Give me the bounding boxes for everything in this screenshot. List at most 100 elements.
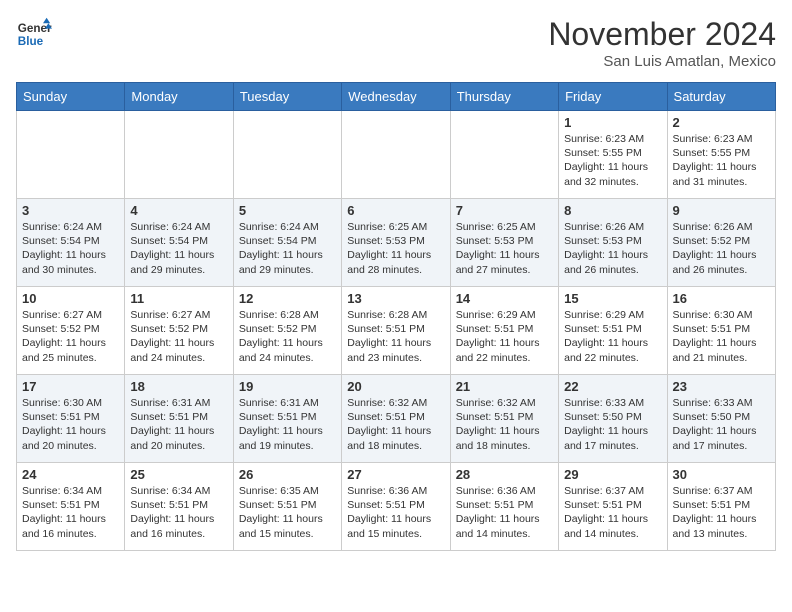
day-info: Sunrise: 6:25 AM Sunset: 5:53 PM Dayligh… (347, 220, 444, 277)
day-number: 24 (22, 467, 119, 482)
day-number: 5 (239, 203, 336, 218)
day-info: Sunrise: 6:31 AM Sunset: 5:51 PM Dayligh… (239, 396, 336, 453)
calendar-cell: 5 Sunrise: 6:24 AM Sunset: 5:54 PM Daylig… (233, 199, 341, 287)
day-number: 13 (347, 291, 444, 306)
week-row-3: 10 Sunrise: 6:27 AM Sunset: 5:52 PM Dayli… (17, 287, 776, 375)
day-info: Sunrise: 6:27 AM Sunset: 5:52 PM Dayligh… (130, 308, 227, 365)
day-number: 4 (130, 203, 227, 218)
weekday-header-thursday: Thursday (450, 83, 558, 111)
day-number: 19 (239, 379, 336, 394)
day-info: Sunrise: 6:36 AM Sunset: 5:51 PM Dayligh… (456, 484, 553, 541)
day-info: Sunrise: 6:32 AM Sunset: 5:51 PM Dayligh… (456, 396, 553, 453)
day-number: 3 (22, 203, 119, 218)
day-number: 12 (239, 291, 336, 306)
calendar-cell: 18 Sunrise: 6:31 AM Sunset: 5:51 PM Dayli… (125, 375, 233, 463)
logo-icon: General Blue (16, 16, 52, 52)
calendar-cell: 1Sunrise: 6:23 AM Sunset: 5:55 PM Daylig… (559, 111, 667, 199)
calendar-cell: 3 Sunrise: 6:24 AM Sunset: 5:54 PM Daylig… (17, 199, 125, 287)
weekday-header-row: SundayMondayTuesdayWednesdayThursdayFrid… (17, 83, 776, 111)
day-number: 7 (456, 203, 553, 218)
day-number: 8 (564, 203, 661, 218)
day-info: Sunrise: 6:27 AM Sunset: 5:52 PM Dayligh… (22, 308, 119, 365)
day-number: 11 (130, 291, 227, 306)
calendar-cell: 23Sunrise: 6:33 AM Sunset: 5:50 PM Dayli… (667, 375, 775, 463)
day-info: Sunrise: 6:24 AM Sunset: 5:54 PM Dayligh… (22, 220, 119, 277)
calendar-cell: 6Sunrise: 6:25 AM Sunset: 5:53 PM Daylig… (342, 199, 450, 287)
calendar-cell: 22Sunrise: 6:33 AM Sunset: 5:50 PM Dayli… (559, 375, 667, 463)
calendar-cell: 11 Sunrise: 6:27 AM Sunset: 5:52 PM Dayli… (125, 287, 233, 375)
calendar-cell: 26 Sunrise: 6:35 AM Sunset: 5:51 PM Dayli… (233, 463, 341, 551)
day-number: 9 (673, 203, 770, 218)
title-area: November 2024 San Luis Amatlan, Mexico (548, 16, 776, 70)
day-info: Sunrise: 6:34 AM Sunset: 5:51 PM Dayligh… (130, 484, 227, 541)
weekday-header-tuesday: Tuesday (233, 83, 341, 111)
day-number: 28 (456, 467, 553, 482)
logo: General Blue (16, 16, 56, 52)
calendar-cell: 19 Sunrise: 6:31 AM Sunset: 5:51 PM Dayli… (233, 375, 341, 463)
day-info: Sunrise: 6:24 AM Sunset: 5:54 PM Dayligh… (130, 220, 227, 277)
calendar-cell: 27Sunrise: 6:36 AM Sunset: 5:51 PM Dayli… (342, 463, 450, 551)
calendar-cell: 2 Sunrise: 6:23 AM Sunset: 5:55 PM Daylig… (667, 111, 775, 199)
calendar-cell: 24 Sunrise: 6:34 AM Sunset: 5:51 PM Dayli… (17, 463, 125, 551)
week-row-2: 3 Sunrise: 6:24 AM Sunset: 5:54 PM Daylig… (17, 199, 776, 287)
calendar-cell: 8 Sunrise: 6:26 AM Sunset: 5:53 PM Daylig… (559, 199, 667, 287)
weekday-header-sunday: Sunday (17, 83, 125, 111)
day-number: 30 (673, 467, 770, 482)
day-number: 2 (673, 115, 770, 130)
weekday-header-wednesday: Wednesday (342, 83, 450, 111)
day-info: Sunrise: 6:26 AM Sunset: 5:52 PM Dayligh… (673, 220, 770, 277)
location: San Luis Amatlan, Mexico (548, 53, 776, 70)
page-header: General Blue November 2024 San Luis Amat… (16, 16, 776, 70)
day-number: 18 (130, 379, 227, 394)
day-info: Sunrise: 6:35 AM Sunset: 5:51 PM Dayligh… (239, 484, 336, 541)
day-number: 15 (564, 291, 661, 306)
week-row-5: 24 Sunrise: 6:34 AM Sunset: 5:51 PM Dayli… (17, 463, 776, 551)
calendar-cell (17, 111, 125, 199)
day-number: 21 (456, 379, 553, 394)
calendar-cell: 16 Sunrise: 6:30 AM Sunset: 5:51 PM Dayli… (667, 287, 775, 375)
calendar-cell (342, 111, 450, 199)
day-info: Sunrise: 6:24 AM Sunset: 5:54 PM Dayligh… (239, 220, 336, 277)
day-info: Sunrise: 6:30 AM Sunset: 5:51 PM Dayligh… (22, 396, 119, 453)
calendar-cell: 10 Sunrise: 6:27 AM Sunset: 5:52 PM Dayli… (17, 287, 125, 375)
calendar-cell: 12 Sunrise: 6:28 AM Sunset: 5:52 PM Dayli… (233, 287, 341, 375)
calendar-cell: 9 Sunrise: 6:26 AM Sunset: 5:52 PM Daylig… (667, 199, 775, 287)
week-row-4: 17 Sunrise: 6:30 AM Sunset: 5:51 PM Dayli… (17, 375, 776, 463)
weekday-header-monday: Monday (125, 83, 233, 111)
day-info: Sunrise: 6:29 AM Sunset: 5:51 PM Dayligh… (456, 308, 553, 365)
svg-text:General: General (18, 22, 52, 35)
weekday-header-saturday: Saturday (667, 83, 775, 111)
calendar-cell (125, 111, 233, 199)
day-info: Sunrise: 6:31 AM Sunset: 5:51 PM Dayligh… (130, 396, 227, 453)
calendar-cell: 4 Sunrise: 6:24 AM Sunset: 5:54 PM Daylig… (125, 199, 233, 287)
day-info: Sunrise: 6:34 AM Sunset: 5:51 PM Dayligh… (22, 484, 119, 541)
day-info: Sunrise: 6:30 AM Sunset: 5:51 PM Dayligh… (673, 308, 770, 365)
day-number: 25 (130, 467, 227, 482)
day-number: 27 (347, 467, 444, 482)
day-number: 10 (22, 291, 119, 306)
day-info: Sunrise: 6:37 AM Sunset: 5:51 PM Dayligh… (564, 484, 661, 541)
day-info: Sunrise: 6:26 AM Sunset: 5:53 PM Dayligh… (564, 220, 661, 277)
day-number: 22 (564, 379, 661, 394)
day-info: Sunrise: 6:29 AM Sunset: 5:51 PM Dayligh… (564, 308, 661, 365)
day-number: 20 (347, 379, 444, 394)
calendar-cell: 28 Sunrise: 6:36 AM Sunset: 5:51 PM Dayli… (450, 463, 558, 551)
calendar-cell: 29Sunrise: 6:37 AM Sunset: 5:51 PM Dayli… (559, 463, 667, 551)
calendar-cell: 14 Sunrise: 6:29 AM Sunset: 5:51 PM Dayli… (450, 287, 558, 375)
day-number: 1 (564, 115, 661, 130)
day-number: 17 (22, 379, 119, 394)
day-info: Sunrise: 6:28 AM Sunset: 5:52 PM Dayligh… (239, 308, 336, 365)
day-number: 23 (673, 379, 770, 394)
calendar-table: SundayMondayTuesdayWednesdayThursdayFrid… (16, 82, 776, 551)
day-number: 26 (239, 467, 336, 482)
calendar-cell: 7Sunrise: 6:25 AM Sunset: 5:53 PM Daylig… (450, 199, 558, 287)
calendar-cell: 15 Sunrise: 6:29 AM Sunset: 5:51 PM Dayli… (559, 287, 667, 375)
calendar-cell: 30Sunrise: 6:37 AM Sunset: 5:51 PM Dayli… (667, 463, 775, 551)
day-info: Sunrise: 6:23 AM Sunset: 5:55 PM Dayligh… (673, 132, 770, 189)
month-title: November 2024 (548, 16, 776, 53)
day-info: Sunrise: 6:32 AM Sunset: 5:51 PM Dayligh… (347, 396, 444, 453)
day-number: 14 (456, 291, 553, 306)
calendar-cell: 13Sunrise: 6:28 AM Sunset: 5:51 PM Dayli… (342, 287, 450, 375)
day-number: 16 (673, 291, 770, 306)
calendar-cell: 20 Sunrise: 6:32 AM Sunset: 5:51 PM Dayli… (342, 375, 450, 463)
